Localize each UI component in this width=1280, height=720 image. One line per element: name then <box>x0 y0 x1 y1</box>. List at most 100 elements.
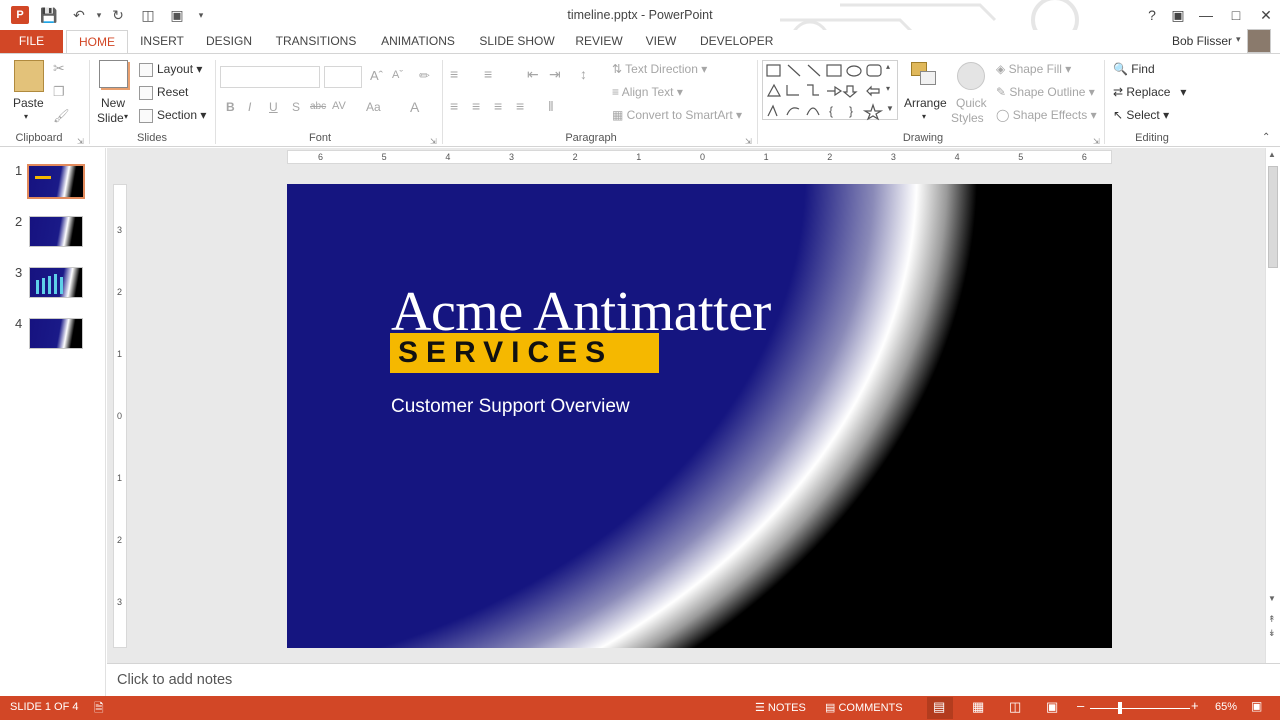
shrink-font-icon[interactable]: Aˇ <box>392 69 403 81</box>
help-icon[interactable]: ? <box>1140 5 1164 25</box>
fit-slide-icon[interactable]: ▣ <box>1251 699 1262 713</box>
underline-button[interactable]: U <box>269 100 278 114</box>
find-button[interactable]: 🔍 Find <box>1113 62 1155 76</box>
notes-placeholder[interactable]: Click to add notes <box>117 672 232 688</box>
user-name[interactable]: Bob Flisser <box>1172 34 1232 48</box>
strikethrough-button[interactable]: abc <box>310 101 326 112</box>
shape-effects-button[interactable]: ◯ Shape Effects ▾ <box>996 108 1097 122</box>
cut-icon[interactable]: ✂ <box>53 60 65 77</box>
align-center-icon[interactable]: ≡ <box>472 98 480 114</box>
reading-view-icon[interactable]: ◫ <box>1009 699 1021 715</box>
notes-toggle[interactable]: ☰ NOTES <box>755 701 806 714</box>
previous-slide-icon[interactable]: ↟ <box>1268 614 1276 625</box>
character-spacing-button[interactable]: AV <box>332 100 346 112</box>
dialog-launcher-icon[interactable]: ⇲ <box>430 137 437 146</box>
replace-button[interactable]: ⇄ Replace ▾ <box>1113 85 1186 99</box>
tab-home[interactable]: HOME <box>66 30 128 53</box>
decrease-indent-icon[interactable]: ⇤ <box>527 66 539 83</box>
change-case-button[interactable]: Aa <box>366 100 381 114</box>
slide-thumbnail[interactable] <box>29 267 83 298</box>
slide-thumbnail[interactable] <box>29 216 83 247</box>
gallery-more-icon[interactable]: ▼ <box>886 104 894 113</box>
spell-check-icon[interactable]: 🗎 <box>94 699 104 720</box>
bullets-icon[interactable]: ≡ <box>450 66 458 82</box>
quick-styles-icon[interactable] <box>957 62 985 90</box>
format-painter-icon[interactable]: 🖌 <box>53 108 70 124</box>
line-spacing-icon[interactable]: ↕ <box>580 66 587 82</box>
dialog-launcher-icon[interactable]: ⇲ <box>1093 137 1100 146</box>
quick-styles-label-2[interactable]: Styles <box>951 111 984 125</box>
gallery-up-icon[interactable]: ▴ <box>886 62 890 71</box>
zoom-in-icon[interactable]: + <box>1191 698 1199 713</box>
minimize-icon[interactable]: — <box>1194 5 1218 25</box>
tab-insert[interactable]: INSERT <box>138 30 186 53</box>
convert-smartart-button[interactable]: ▦ Convert to SmartArt ▾ <box>612 108 742 122</box>
close-icon[interactable]: ✕ <box>1254 5 1278 25</box>
grow-font-icon[interactable]: Aˆ <box>370 68 383 83</box>
avatar[interactable] <box>1247 29 1271 53</box>
select-button[interactable]: ↖ Select ▾ <box>1113 108 1169 122</box>
slide-canvas[interactable]: Acme Antimatter SERVICES Customer Suppor… <box>287 184 1112 648</box>
columns-icon[interactable]: ‖ <box>548 98 554 114</box>
zoom-slider-track[interactable] <box>1090 708 1190 709</box>
quick-styles-label-1[interactable]: Quick <box>956 96 987 110</box>
slide-thumbnail[interactable] <box>29 318 83 349</box>
align-right-icon[interactable]: ≡ <box>494 98 502 114</box>
tab-slide-show[interactable]: SLIDE SHOW <box>479 30 555 53</box>
arrange-button[interactable]: Arrange <box>904 96 947 110</box>
new-slide-dropdown-icon[interactable]: ▾ <box>124 112 128 121</box>
font-size-dropdown[interactable] <box>324 66 362 88</box>
slideshow-view-icon[interactable]: ▣ <box>1046 699 1058 715</box>
new-slide-label-1[interactable]: New <box>101 96 125 110</box>
notes-pane[interactable]: Click to add notes <box>107 663 1280 696</box>
paste-button[interactable]: Paste <box>13 96 44 110</box>
scroll-down-icon[interactable]: ▼ <box>1268 594 1276 603</box>
text-direction-button[interactable]: ⇅ Text Direction ▾ <box>612 62 707 76</box>
tab-file[interactable]: FILE <box>0 30 63 53</box>
paste-icon[interactable] <box>14 60 44 92</box>
tab-transitions[interactable]: TRANSITIONS <box>274 30 358 53</box>
ribbon-display-icon[interactable]: ▣ <box>1166 5 1190 25</box>
tab-review[interactable]: REVIEW <box>574 30 624 53</box>
new-slide-icon[interactable] <box>99 60 128 88</box>
scroll-up-icon[interactable]: ▲ <box>1268 150 1276 159</box>
gallery-down-icon[interactable]: ▾ <box>886 84 890 93</box>
arrange-icon[interactable] <box>911 62 937 88</box>
section-button[interactable]: Section ▾ <box>139 108 206 123</box>
user-dropdown-icon[interactable]: ▾ <box>1236 34 1241 45</box>
font-color-button[interactable]: A <box>410 99 419 115</box>
new-slide-label-2[interactable]: Slide <box>97 111 124 125</box>
scroll-thumb[interactable] <box>1268 166 1278 268</box>
reset-button[interactable]: Reset <box>139 85 188 100</box>
shape-outline-button[interactable]: ✎ Shape Outline ▾ <box>996 85 1095 99</box>
increase-indent-icon[interactable]: ⇥ <box>549 66 561 83</box>
shapes-gallery[interactable]: {} <box>762 60 898 121</box>
vertical-scrollbar[interactable]: ▲ ▼ ↟ ↡ <box>1265 148 1280 663</box>
shadow-button[interactable]: S <box>292 100 300 114</box>
copy-icon[interactable]: ❐ <box>53 84 65 100</box>
tab-view[interactable]: VIEW <box>643 30 679 53</box>
slide-subtitle[interactable]: Customer Support Overview <box>391 396 630 418</box>
zoom-slider-thumb[interactable] <box>1118 702 1122 714</box>
slide-sorter-icon[interactable]: ▦ <box>972 699 984 715</box>
arrange-dropdown-icon[interactable]: ▾ <box>922 112 926 121</box>
dialog-launcher-icon[interactable]: ⇲ <box>77 137 84 146</box>
justify-icon[interactable]: ≡ <box>516 98 524 114</box>
align-left-icon[interactable]: ≡ <box>450 98 458 114</box>
comments-toggle[interactable]: ▤ COMMENTS <box>825 701 903 714</box>
maximize-icon[interactable]: □ <box>1224 5 1248 25</box>
tab-animations[interactable]: ANIMATIONS <box>377 30 459 53</box>
slide-thumbnail[interactable] <box>27 164 85 199</box>
italic-button[interactable]: I <box>248 100 251 114</box>
layout-button[interactable]: Layout ▾ <box>139 62 202 77</box>
align-text-button[interactable]: ≡ Align Text ▾ <box>612 85 683 99</box>
tab-design[interactable]: DESIGN <box>203 30 255 53</box>
services-banner[interactable]: SERVICES <box>390 333 659 373</box>
clear-formatting-icon[interactable]: ✏ <box>419 68 430 84</box>
zoom-out-icon[interactable]: – <box>1077 698 1084 713</box>
bold-button[interactable]: B <box>226 100 235 114</box>
paste-dropdown-icon[interactable]: ▾ <box>24 112 28 121</box>
dialog-launcher-icon[interactable]: ⇲ <box>745 137 752 146</box>
next-slide-icon[interactable]: ↡ <box>1268 628 1276 639</box>
zoom-level[interactable]: 65% <box>1215 701 1237 713</box>
